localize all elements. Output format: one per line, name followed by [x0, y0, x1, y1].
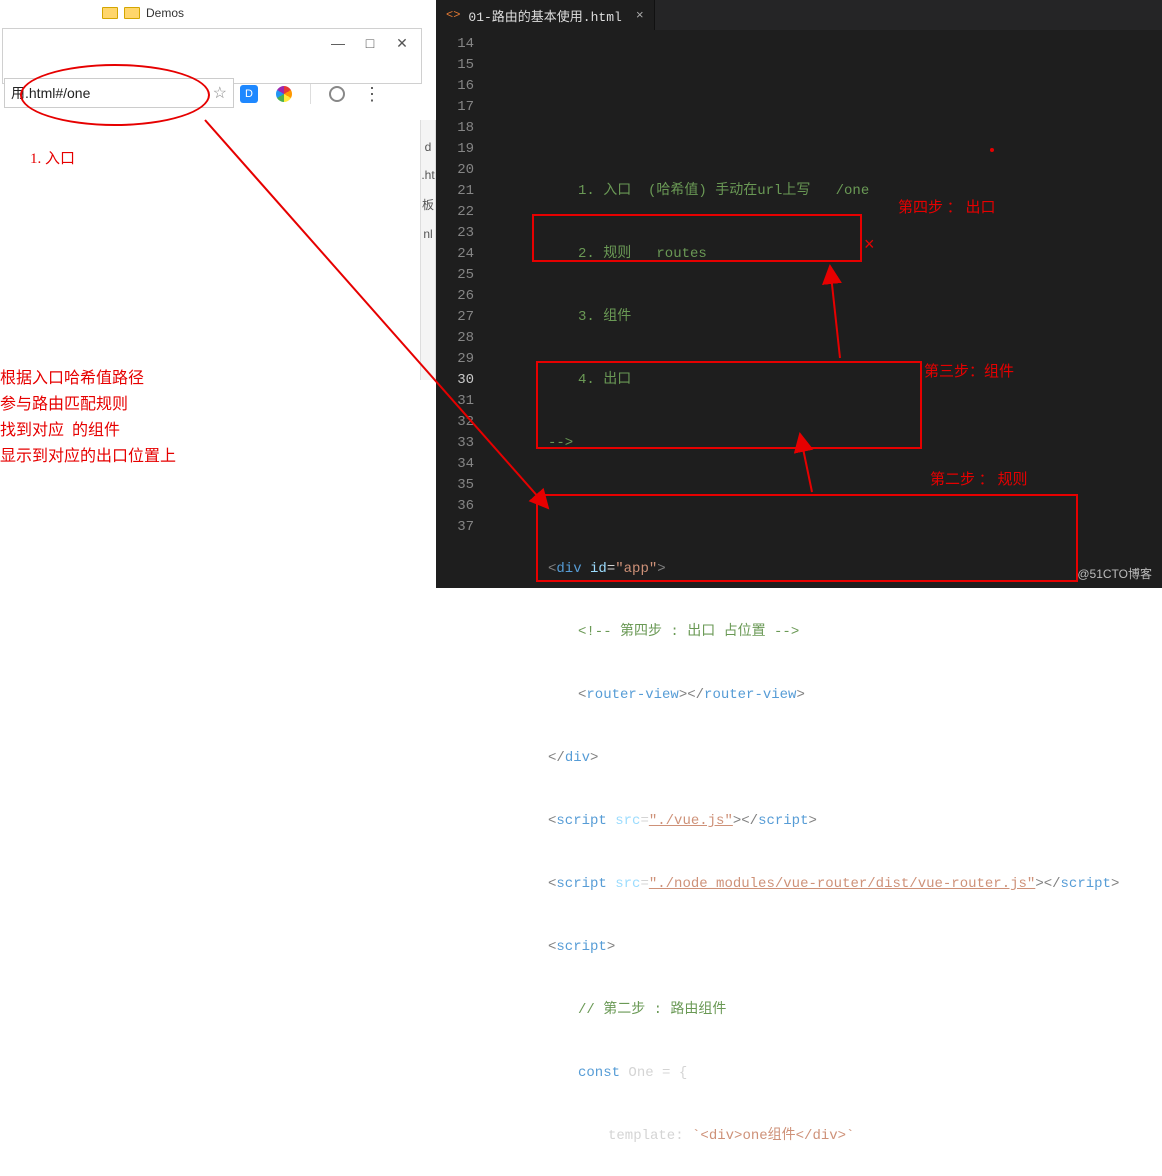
annotation-entry-label: 1. 入口 — [30, 147, 75, 168]
editor-tab-bar: <> 01-路由的基本使用.html × — [436, 0, 1162, 30]
extension-icon[interactable]: D — [240, 85, 258, 103]
menu-dots-icon[interactable]: ⋮ — [363, 84, 379, 105]
annotation-step4-label: 第四步 ： 出口 — [898, 196, 996, 217]
explorer-tab[interactable]: Demos — [102, 0, 184, 26]
code-line: const One = { — [488, 1063, 1152, 1084]
code-line: <router-view></router-view> — [488, 685, 1152, 706]
annotation-box-step2 — [536, 494, 1078, 582]
bookmark-star-icon[interactable]: ☆ — [213, 83, 227, 103]
annotation-box-step4 — [532, 214, 862, 262]
code-line: <script> — [488, 937, 1152, 958]
code-line: 1. 入口 (哈希值) 手动在url上写 /one — [488, 181, 1152, 202]
editor-tab[interactable]: <> 01-路由的基本使用.html × — [436, 0, 655, 30]
browser-titlebar: — □ ✕ — [3, 29, 421, 57]
folder-icon — [124, 7, 140, 19]
annotation-step2-label: 第二步 ： 规则 — [930, 468, 1028, 489]
code-line: 3. 组件 — [488, 307, 1152, 328]
color-wheel-icon[interactable] — [276, 86, 292, 102]
close-icon[interactable]: × — [636, 8, 644, 23]
separator — [310, 84, 311, 104]
editor-tab-title: 01-路由的基本使用.html — [468, 6, 621, 25]
annotation-ellipse — [20, 64, 210, 126]
code-line: <script src="./node_modules/vue-router/d… — [488, 874, 1152, 895]
code-line: <script src="./vue.js"></script> — [488, 811, 1152, 832]
line-number-gutter: 14151617181920 21222324252627 2829303132… — [436, 30, 488, 588]
profile-icon[interactable] — [329, 86, 345, 102]
annotation-box-step3 — [536, 361, 922, 449]
file-sidebar-sliver: d .ht 板 nl — [420, 120, 436, 380]
explorer-tab-label: Demos — [146, 2, 184, 24]
annotation-flow-text: 根据入口哈希值路径 参与路由匹配规则 找到对应 的组件 显示到对应的出口位置上 — [0, 366, 176, 470]
window-minimize-button[interactable]: — — [331, 35, 345, 51]
folder-icon — [102, 7, 118, 19]
code-line: </div> — [488, 748, 1152, 769]
code-line: <!-- 第四步 : 出口 占位置 --> — [488, 622, 1152, 643]
html-file-icon: <> — [446, 8, 460, 22]
code-line: // 第二步 : 路由组件 — [488, 1000, 1152, 1021]
code-line: template: `<div>one组件</div>` — [488, 1126, 1152, 1147]
window-maximize-button[interactable]: □ — [363, 35, 377, 51]
annotation-step3-label: 第三步：组件 — [924, 360, 1014, 381]
window-close-button[interactable]: ✕ — [395, 35, 409, 52]
watermark: @51CTO博客 — [1077, 565, 1152, 582]
